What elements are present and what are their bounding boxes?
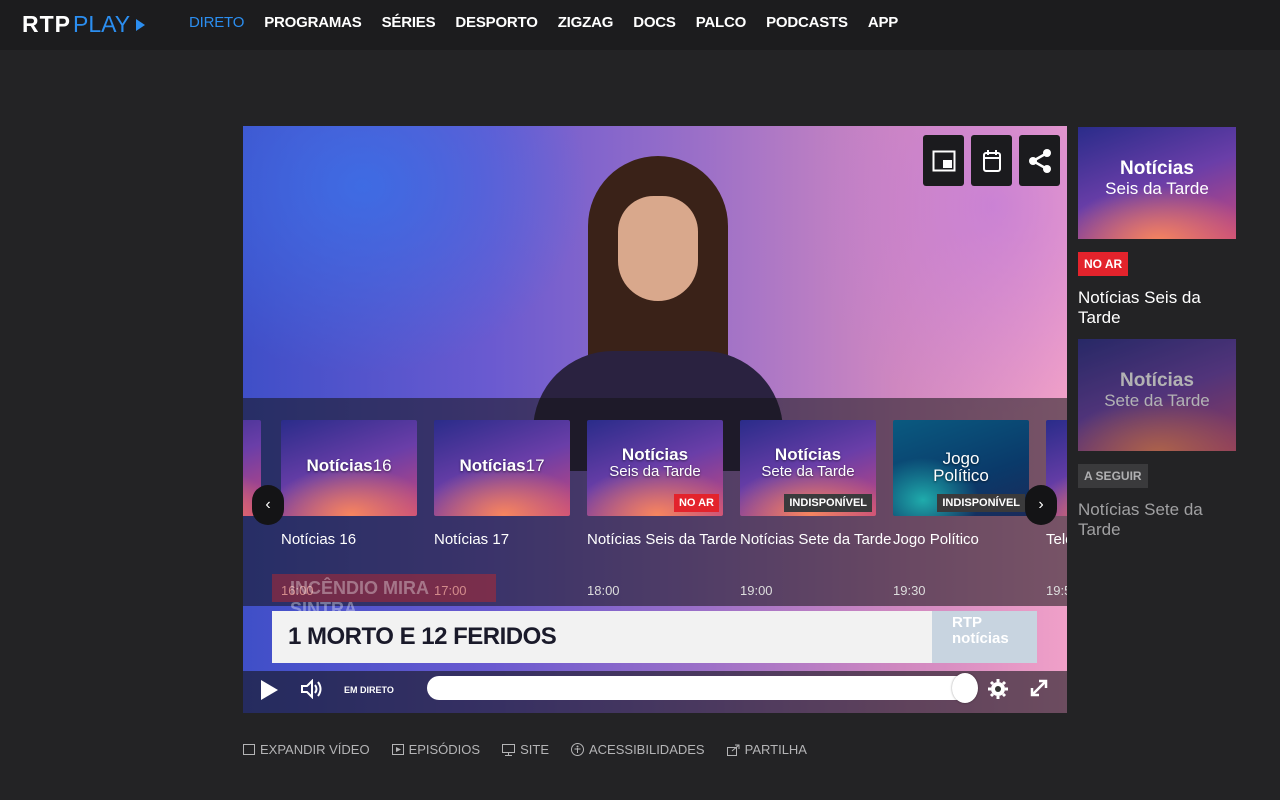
carousel-prev-button[interactable]: ‹: [252, 485, 284, 525]
calendar-icon: [982, 149, 1001, 172]
card-name: Jogo Político: [893, 531, 979, 548]
side-card-now-playing[interactable]: Notícias Seis da Tarde NO AR Notícias Sei…: [1078, 127, 1236, 328]
main-nav: DIRETO PROGRAMAS SÉRIES DESPORTO ZIGZAG …: [189, 14, 918, 31]
carousel-next-button[interactable]: ›: [1025, 485, 1057, 525]
site-link[interactable]: SITE: [502, 742, 549, 757]
rtp-noticias-logo: RTP notícias: [932, 611, 1037, 663]
nav-item-zigzag[interactable]: ZIGZAG: [558, 14, 614, 31]
carousel-card-partial-right[interactable]: Tele 19:5: [1046, 420, 1067, 598]
side-card-name: Notícias Seis da Tarde: [1078, 288, 1201, 327]
card-name: Notícias Sete da Tarde: [740, 531, 892, 548]
on-air-badge: NO AR: [673, 494, 719, 512]
nav-item-docs[interactable]: DOCS: [633, 14, 676, 31]
card-name: Tele: [1046, 531, 1067, 548]
thumb-title: Notícias: [1120, 370, 1194, 391]
progress-handle[interactable]: [952, 673, 978, 703]
nav-item-podcasts[interactable]: PODCASTS: [766, 14, 848, 31]
nav-item-series[interactable]: SÉRIES: [382, 14, 436, 31]
thumb-title: Notícias: [774, 445, 842, 464]
card-time: 19:5: [1046, 583, 1067, 598]
side-card-next[interactable]: Notícias Sete da Tarde A SEGUIR Notícias …: [1078, 339, 1236, 540]
logo-play-text: PLAY: [73, 11, 131, 37]
nav-item-programas[interactable]: PROGRAMAS: [264, 14, 362, 31]
chevron-right-icon: ›: [1038, 496, 1044, 513]
thumb-subtitle: Seis da Tarde: [609, 463, 701, 480]
share-icon: [726, 744, 740, 756]
thumb-title: Notícias: [459, 456, 526, 475]
fullscreen-icon[interactable]: [1029, 678, 1049, 698]
schedule-button[interactable]: [971, 135, 1012, 186]
share-button[interactable]: [1019, 135, 1060, 186]
card-time: 19:00: [740, 583, 773, 598]
player-top-actions: [923, 135, 1060, 186]
card-thumbnail: Notícias Sete da Tarde INDISPONÍVEL: [740, 420, 876, 516]
chevron-left-icon: ‹: [265, 496, 271, 513]
nav-item-direto[interactable]: DIRETO: [189, 14, 244, 31]
picture-in-picture-button[interactable]: [923, 135, 964, 186]
thumb-title: Notícias: [306, 456, 373, 475]
side-card-thumbnail: Notícias Sete da Tarde: [1078, 339, 1236, 451]
accessibility-icon: [571, 743, 584, 756]
monitor-icon: [502, 743, 516, 756]
volume-icon[interactable]: [301, 679, 323, 699]
news-headline: 1 MORTO E 12 FERIDOS: [288, 623, 557, 650]
thumb-subtitle: Seis da Tarde: [1105, 179, 1209, 198]
episodes-icon: [391, 744, 404, 755]
thumb-subtitle: Sete da Tarde: [761, 463, 855, 480]
news-lower-third: 1 MORTO E 12 FERIDOS RTP notícias: [272, 611, 1037, 663]
side-card-thumbnail: Notícias Seis da Tarde: [1078, 127, 1236, 239]
card-thumbnail: Jogo Político INDISPONÍVEL: [893, 420, 1029, 516]
carousel-card-noticias-17[interactable]: Notícias17 Notícias 17 17:00: [434, 420, 570, 598]
episodes-link[interactable]: EPISÓDIOS: [391, 742, 480, 757]
nav-item-desporto[interactable]: DESPORTO: [455, 14, 538, 31]
accessibility-link[interactable]: ACESSIBILIDADES: [571, 742, 705, 757]
thumb-subtitle: 16: [372, 456, 392, 475]
unavailable-badge: INDISPONÍVEL: [937, 494, 1025, 512]
share-link[interactable]: PARTILHA: [726, 742, 807, 757]
nav-item-app[interactable]: APP: [868, 14, 898, 31]
logo-rtp-text: RTP: [22, 11, 71, 37]
player-actions-row: EXPANDIR VÍDEO EPISÓDIOS SITE ACESSIBILI…: [243, 742, 807, 757]
unavailable-badge: INDISPONÍVEL: [784, 494, 872, 512]
nav-item-palco[interactable]: PALCO: [696, 14, 747, 31]
carousel-card-noticias-sete[interactable]: Notícias Sete da Tarde INDISPONÍVEL Notíc…: [740, 420, 892, 598]
card-time: 18:00: [587, 583, 620, 598]
carousel-card-noticias-seis[interactable]: Notícias Seis da Tarde NO AR Notícias Sei…: [587, 420, 737, 598]
rtp-play-logo[interactable]: RTP PLAY: [22, 11, 146, 38]
card-time: 19:30: [893, 583, 926, 598]
card-thumbnail: Notícias Seis da Tarde NO AR: [587, 420, 723, 516]
carousel-card-noticias-16[interactable]: Notícias16 Notícias 16 16:00: [281, 420, 417, 598]
on-air-badge: NO AR: [1078, 252, 1129, 276]
carousel-card-jogo-politico[interactable]: Jogo Político INDISPONÍVEL Jogo Político …: [893, 420, 1029, 598]
side-card-name: Notícias Sete da Tarde: [1078, 500, 1203, 539]
thumb-subtitle: Sete da Tarde: [1104, 391, 1210, 410]
live-label: EM DIRETO: [344, 685, 394, 695]
thumb-subtitle: 17: [525, 456, 545, 475]
thumb-title: Notícias: [621, 445, 689, 464]
expand-icon: [243, 744, 255, 755]
share-icon: [1028, 148, 1051, 173]
up-next-badge: A SEGUIR: [1078, 464, 1148, 488]
thumb-title: Notícias: [1120, 158, 1194, 179]
picture-in-picture-icon: [932, 150, 955, 171]
thumb-subtitle: Político: [933, 466, 989, 485]
thumb-title: Jogo: [942, 449, 980, 468]
card-name: Notícias Seis da Tarde: [587, 531, 737, 548]
player-controls: EM DIRETO: [243, 671, 1067, 713]
card-thumbnail: Notícias16: [281, 420, 417, 516]
background-ticker: INCÊNDIO MIRA SINTRA: [272, 574, 496, 619]
card-thumbnail: Notícias17: [434, 420, 570, 516]
settings-gear-icon[interactable]: [987, 678, 1009, 700]
card-name: Notícias 17: [434, 531, 510, 548]
play-triangle-icon: [136, 18, 146, 31]
video-player[interactable]: Notícias16 Notícias 16 16:00 Notícias17 …: [243, 126, 1067, 713]
top-navigation-bar: RTP PLAY DIRETO PROGRAMAS SÉRIES DESPORT…: [0, 0, 1280, 50]
card-name: Notícias 16: [281, 531, 357, 548]
progress-bar[interactable]: [427, 676, 977, 700]
expand-video-link[interactable]: EXPANDIR VÍDEO: [243, 742, 370, 757]
play-button[interactable]: [261, 680, 278, 700]
